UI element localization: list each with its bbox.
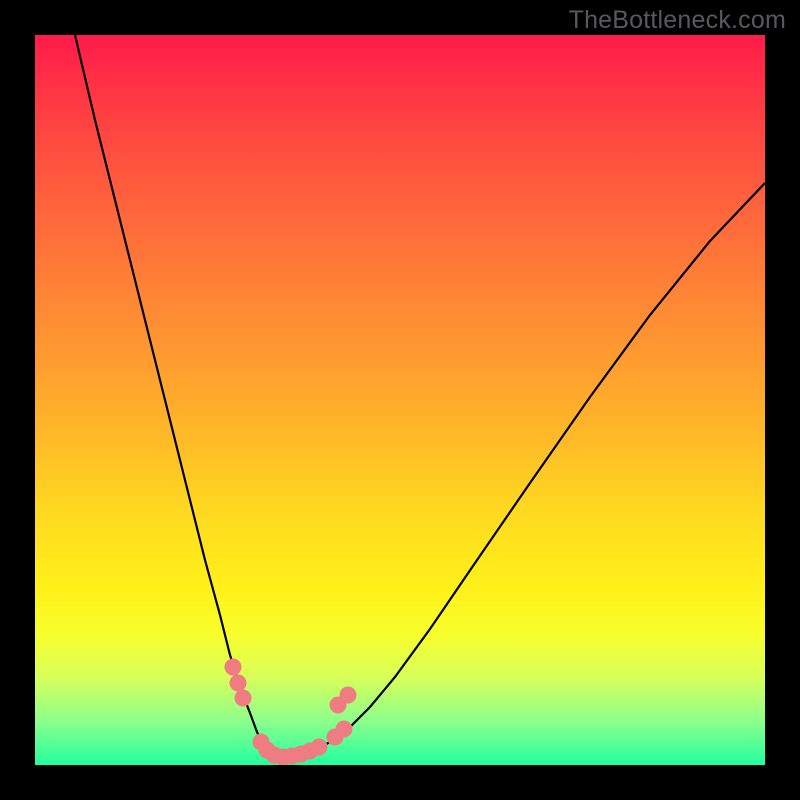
data-markers <box>225 659 357 766</box>
plot-area <box>35 35 765 765</box>
bottleneck-curve <box>75 35 765 756</box>
curve-layer <box>35 35 765 765</box>
chart-frame: TheBottleneck.com <box>0 0 800 800</box>
marker-dot <box>225 659 242 676</box>
marker-dot <box>311 739 328 756</box>
marker-dot <box>340 687 357 704</box>
marker-dot <box>230 675 247 692</box>
watermark-text: TheBottleneck.com <box>569 6 786 35</box>
marker-dot <box>336 721 353 738</box>
marker-dot <box>235 690 252 707</box>
